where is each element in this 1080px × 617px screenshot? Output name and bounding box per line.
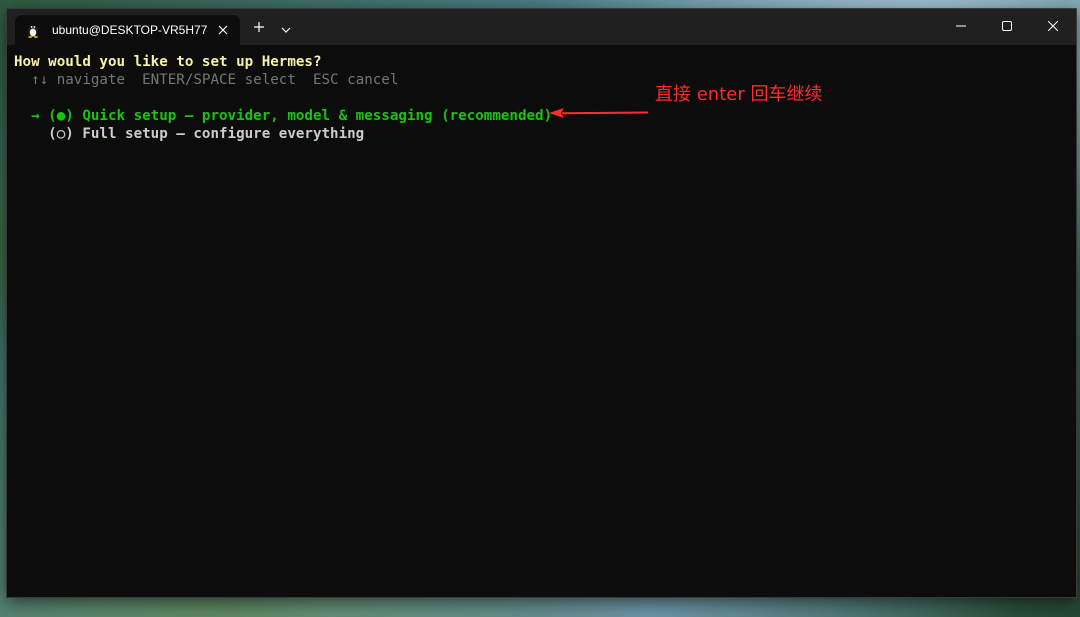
minimize-button[interactable] — [938, 9, 984, 45]
maximize-button[interactable] — [984, 9, 1030, 45]
window-controls — [938, 9, 1076, 45]
maximize-icon — [1002, 18, 1012, 36]
terminal-tab[interactable]: ubuntu@DESKTOP-VR5H778: — [15, 15, 240, 45]
tab-title: ubuntu@DESKTOP-VR5H778: — [52, 23, 208, 37]
tab-dropdown-button[interactable] — [275, 17, 297, 41]
option-full-setup[interactable]: (○) Full setup — configure everything — [14, 125, 1076, 143]
option-prefix: (○) — [14, 126, 83, 142]
option-label: Full setup — configure everything — [82, 126, 365, 142]
annotation-arrow-icon — [549, 108, 648, 118]
navigation-hint: ↑↓ navigate ENTER/SPACE select ESC cance… — [14, 72, 399, 88]
option-label: Quick setup — provider, model & messagin… — [82, 108, 553, 124]
terminal-window: ubuntu@DESKTOP-VR5H778: How would you li… — [7, 9, 1076, 597]
plus-icon — [253, 20, 265, 38]
close-button[interactable] — [1030, 9, 1076, 45]
option-quick-setup[interactable]: → (●) Quick setup — provider, model & me… — [14, 107, 1076, 125]
linux-penguin-icon — [25, 22, 41, 38]
title-bar[interactable]: ubuntu@DESKTOP-VR5H778: — [7, 9, 1076, 45]
annotation-label: 直接 enter 回车继续 — [655, 84, 823, 105]
new-tab-button[interactable] — [247, 17, 271, 41]
tab-close-icon[interactable] — [214, 21, 232, 39]
terminal-output[interactable]: How would you like to set up Hermes? ↑↓ … — [7, 45, 1076, 597]
chevron-down-icon — [281, 20, 291, 38]
setup-question: How would you like to set up Hermes? — [14, 54, 322, 70]
option-prefix: → (●) — [14, 108, 83, 124]
minimize-icon — [956, 18, 966, 36]
close-icon — [1047, 18, 1059, 36]
